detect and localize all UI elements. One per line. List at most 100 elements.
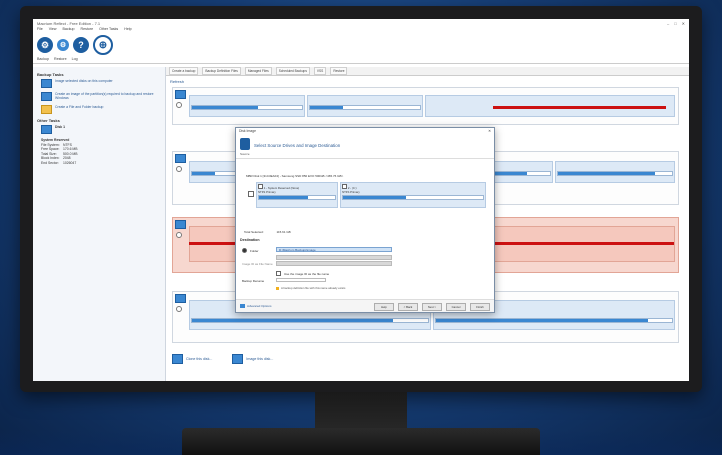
windows-icon <box>41 92 52 101</box>
cancel-button[interactable]: Cancel <box>446 303 466 311</box>
disk-icon <box>175 90 186 99</box>
partition-usage-bar <box>258 195 337 200</box>
folder-path-field[interactable]: D:\Macrium Backups\image <box>276 247 392 252</box>
task-image-disks[interactable]: Image selected disks on this computer <box>41 79 161 88</box>
disk-image-icon <box>240 138 250 150</box>
minimize-icon[interactable]: – <box>667 21 669 26</box>
partition-block[interactable] <box>555 161 675 183</box>
partition-block[interactable] <box>306 95 423 117</box>
help-icon[interactable]: ? <box>73 37 89 53</box>
menu-file[interactable]: File <box>37 27 43 33</box>
title-bar: Macrium Reflect - Free Edition - 7.1 – □… <box>33 19 689 27</box>
dialog-close-icon[interactable]: ✕ <box>488 129 491 135</box>
source-label: Source <box>240 152 250 156</box>
tab-backup[interactable]: Backup <box>37 57 49 63</box>
content-tabs: Create a backup Backup Definition Files … <box>166 67 689 76</box>
dialog-title: Disk Image <box>239 129 256 133</box>
partition-usage-bar <box>493 106 666 109</box>
partition-checkbox[interactable] <box>258 184 263 189</box>
backup-gear-icon[interactable]: ⚙ <box>37 37 53 53</box>
disk-icon <box>41 79 52 88</box>
task-file-backup[interactable]: Create a File and Folder backup <box>41 105 161 114</box>
monitor-stand-base <box>182 428 540 455</box>
help-button[interactable]: Help <box>374 303 394 311</box>
use-image-id-checkbox[interactable] <box>276 271 281 276</box>
task-disk-1[interactable]: Disk 1 <box>41 125 161 134</box>
source-disk-label: MBR Disk 1 [31C3EAF2] - Samsung SSD 850 … <box>246 174 344 178</box>
image-disk-link[interactable]: Image this disk... <box>232 354 273 364</box>
disk-select-radio[interactable] <box>176 232 182 238</box>
advanced-options-link[interactable]: Advanced Options <box>240 304 272 308</box>
folder-icon <box>41 105 52 114</box>
menu-view[interactable]: View <box>49 27 57 33</box>
back-button[interactable]: < Back <box>398 303 418 311</box>
next-button[interactable]: Next > <box>422 303 442 311</box>
image-icon <box>232 354 244 364</box>
dialog-heading: Select Source Drives and Image Destinati… <box>254 143 341 148</box>
partition-properties: System Reserved File System: NTFS Free Sp… <box>41 138 161 166</box>
disk-select-radio[interactable] <box>176 306 182 312</box>
disk-row[interactable] <box>172 87 679 125</box>
source-disk-checkbox[interactable] <box>248 191 254 197</box>
menu-help[interactable]: Help <box>124 27 131 33</box>
disk-icon <box>175 154 186 163</box>
backup-filename-row: Backup filename <box>242 279 265 283</box>
use-image-id-option[interactable]: Use the image ID as the file name <box>276 271 329 276</box>
tab-managed-files[interactable]: Managed Files <box>244 67 272 75</box>
tab-definition-files[interactable]: Backup Definition Files <box>202 67 241 75</box>
dialog-buttons: Help < Back Next > Cancel Finish <box>374 303 490 311</box>
image-filename-field[interactable] <box>276 261 392 266</box>
refresh-link[interactable]: Refresh <box>170 79 685 84</box>
source-disk: 1 - System Reserved (None) NTFS Primary … <box>248 182 486 208</box>
toolbar: ⚙ ⚙ ? ⊕ <box>33 33 689 57</box>
backup-filename-field[interactable] <box>276 278 326 282</box>
menu-restore[interactable]: Restore <box>81 27 94 33</box>
window-controls: – □ ✕ <box>667 21 685 26</box>
monitor-bezel: Macrium Reflect - Free Edition - 7.1 – □… <box>20 6 702 392</box>
partition-checkbox[interactable] <box>342 184 348 189</box>
app-window: Macrium Reflect - Free Edition - 7.1 – □… <box>33 19 689 381</box>
menu-backup[interactable]: Backup <box>63 27 75 33</box>
disk-actions: Clone this disk... Image this disk... <box>172 354 273 364</box>
ribbon-tabs: Backup Restore Log <box>33 57 689 64</box>
tab-create-backup[interactable]: Create a backup <box>169 67 199 75</box>
warning-icon <box>276 286 279 290</box>
window-title: Macrium Reflect - Free Edition - 7.1 <box>37 20 101 26</box>
disk-select-radio[interactable] <box>176 166 182 172</box>
other-tasks-heading[interactable]: Other Tasks <box>37 118 161 123</box>
folder-radio[interactable] <box>242 248 247 253</box>
maximize-icon[interactable]: □ <box>674 21 676 26</box>
source-partition[interactable]: 1 - System Reserved (None) NTFS Primary <box>256 182 339 208</box>
warning-message: A backup definition file with this name … <box>276 286 345 290</box>
dialog-footer: Advanced Options Help < Back Next > Canc… <box>236 299 494 312</box>
source-partition[interactable]: 2 - (C:) NTFS Primary <box>340 182 486 208</box>
clone-disk-link[interactable]: Clone this disk... <box>172 354 212 364</box>
tab-restore[interactable]: Restore <box>330 67 348 75</box>
total-selected: Total Selected: 115.61 GB <box>244 230 291 234</box>
backup-tasks-heading: Backup Tasks <box>37 72 64 77</box>
destination-heading: Destination <box>240 238 260 242</box>
tab-vss[interactable]: VSS <box>313 67 327 75</box>
folder-option[interactable]: Folder <box>242 248 259 253</box>
tab-log[interactable]: Log <box>72 57 78 63</box>
disk-icon <box>175 294 186 303</box>
task-image-windows[interactable]: Create an image of the partition(s) requ… <box>41 92 161 101</box>
dialog-header: Select Source Drives and Image Destinati… <box>236 136 494 159</box>
partition-block[interactable] <box>189 95 305 117</box>
schedule-icon[interactable]: ⚙ <box>57 39 69 51</box>
clone-icon <box>172 354 183 364</box>
disk-image-dialog: Disk Image ✕ Select Source Drives and Im… <box>235 127 495 313</box>
left-panel: Backup Tasks Image selected disks on thi… <box>33 67 166 381</box>
finish-button[interactable]: Finish <box>470 303 490 311</box>
browse-field[interactable] <box>276 255 392 260</box>
disk-icon <box>175 220 186 229</box>
tab-restore[interactable]: Restore <box>54 57 67 63</box>
tab-scheduled-backups[interactable]: Scheduled Backups <box>275 67 310 75</box>
close-icon[interactable]: ✕ <box>682 21 685 26</box>
source-partitions: 1 - System Reserved (None) NTFS Primary … <box>256 182 486 208</box>
dialog-title-bar: Disk Image ✕ <box>236 128 494 136</box>
globe-icon[interactable]: ⊕ <box>93 35 113 55</box>
disk-select-radio[interactable] <box>176 102 182 108</box>
advanced-options-icon <box>240 304 245 308</box>
menu-other-tasks[interactable]: Other Tasks <box>99 27 118 33</box>
